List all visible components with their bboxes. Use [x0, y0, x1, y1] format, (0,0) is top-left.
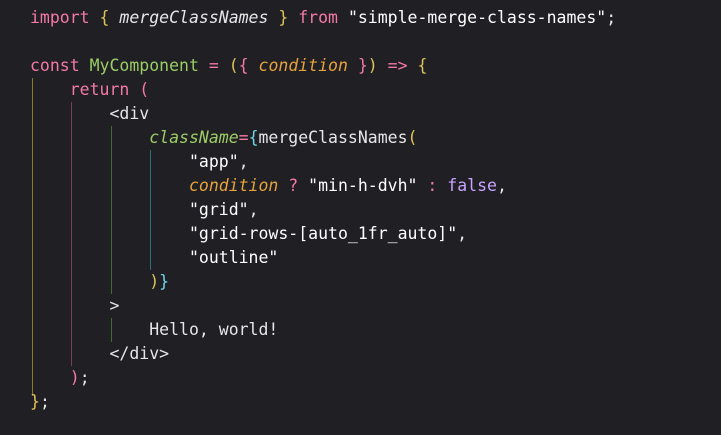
code-line[interactable]: import { mergeClassNames } from "simple-…: [30, 6, 616, 30]
code-line[interactable]: [30, 30, 616, 54]
code-token: false: [447, 176, 497, 195]
code-token: {: [99, 8, 110, 27]
code-token: "outline": [188, 248, 279, 267]
code-token: :: [427, 176, 438, 195]
code-token: ?: [288, 176, 299, 195]
code-line[interactable]: >: [30, 294, 616, 318]
code-token: {: [238, 56, 249, 75]
code-token: "simple-merge-class-names": [347, 8, 607, 27]
code-token: Hello, world!: [149, 320, 279, 339]
code-token: }: [357, 56, 368, 75]
code-line[interactable]: );: [30, 366, 616, 390]
code-token: "app": [188, 152, 239, 171]
code-token: {: [248, 128, 259, 147]
code-line[interactable]: condition ? "min-h-dvh" : false,: [30, 174, 616, 198]
code-line[interactable]: "grid-rows-[auto_1fr_auto]",: [30, 222, 616, 246]
code-token: ): [69, 368, 80, 387]
code-token: condition: [188, 176, 279, 195]
code-token: mergeClassNames: [258, 128, 408, 147]
code-token: <div: [109, 104, 150, 123]
code-token: mergeClassNames: [119, 8, 269, 27]
code-editor[interactable]: import { mergeClassNames } from "simple-…: [0, 0, 721, 435]
code-token: {: [417, 56, 428, 75]
code-token: ;: [39, 392, 50, 411]
code-line[interactable]: className={mergeClassNames(: [30, 126, 616, 150]
code-token: =: [208, 56, 219, 75]
code-token: ): [149, 272, 160, 291]
code-token: =>: [387, 56, 408, 75]
code-token: (: [228, 56, 239, 75]
code-token: (: [407, 128, 418, 147]
code-token: =: [238, 128, 249, 147]
code-token: ,: [248, 200, 259, 219]
code-token: (: [139, 80, 150, 99]
code-line[interactable]: "outline": [30, 246, 616, 270]
code-content[interactable]: import { mergeClassNames } from "simple-…: [30, 6, 616, 414]
code-line[interactable]: return (: [30, 78, 616, 102]
code-token: "grid": [188, 200, 249, 219]
code-token: >: [109, 296, 120, 315]
code-line[interactable]: </div>: [30, 342, 616, 366]
code-token: "grid-rows-[auto_1fr_auto]": [188, 224, 458, 243]
code-token: "min-h-dvh": [308, 176, 418, 195]
code-line[interactable]: <div: [30, 102, 616, 126]
code-token: ,: [457, 224, 468, 243]
code-token: return: [69, 80, 130, 99]
code-token: const: [30, 56, 80, 75]
code-token: from: [298, 8, 338, 27]
code-token: ,: [238, 152, 249, 171]
code-line[interactable]: "grid",: [30, 198, 616, 222]
code-token: MyComponent: [89, 56, 199, 75]
code-line[interactable]: )}: [30, 270, 616, 294]
code-token: }: [30, 392, 40, 411]
code-token: }: [159, 272, 170, 291]
code-line[interactable]: "app",: [30, 150, 616, 174]
code-token: condition: [258, 56, 348, 75]
code-line[interactable]: const MyComponent = ({ condition }) => {: [30, 54, 616, 78]
code-line[interactable]: Hello, world!: [30, 318, 616, 342]
code-token: className: [149, 128, 239, 147]
code-token: ;: [79, 368, 90, 387]
code-token: ): [367, 56, 378, 75]
code-token: ,: [496, 176, 507, 195]
code-token: ;: [606, 8, 617, 27]
code-token: }: [278, 8, 289, 27]
code-token: import: [30, 8, 90, 27]
code-token: </div>: [109, 344, 170, 363]
code-line[interactable]: };: [30, 390, 616, 414]
